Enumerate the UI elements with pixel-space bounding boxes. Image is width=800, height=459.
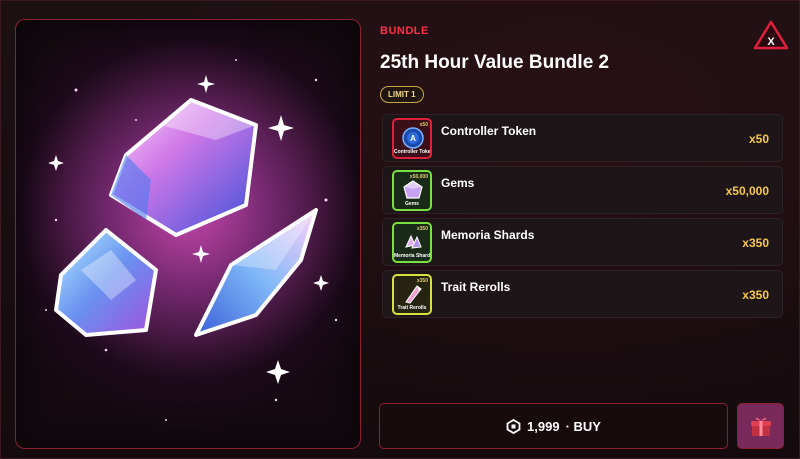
item-thumbnail: x50 A Controller Token bbox=[392, 118, 432, 159]
item-thumbnail: x350 Trait Rerolls bbox=[392, 274, 432, 315]
item-amount: x350 bbox=[742, 288, 769, 302]
close-x-icon: X bbox=[753, 20, 789, 50]
thumb-caption: Controller Token bbox=[394, 149, 432, 155]
svg-text:X: X bbox=[767, 36, 775, 48]
item-name: Gems bbox=[441, 176, 475, 190]
bundle-title: 25th Hour Value Bundle 2 bbox=[380, 52, 610, 73]
bundle-dialog: BUNDLE 25th Hour Value Bundle 2 LIMIT 1 … bbox=[0, 0, 800, 459]
list-item-gems[interactable]: x50,000 Gems Gems x50,000 bbox=[382, 166, 783, 214]
thumb-caption: Gems bbox=[405, 201, 419, 207]
item-amount: x50 bbox=[748, 132, 769, 146]
close-button[interactable]: X bbox=[753, 20, 789, 50]
trait-reroll-icon bbox=[405, 285, 422, 304]
limit-badge: LIMIT 1 bbox=[380, 86, 424, 103]
item-amount: x350 bbox=[742, 236, 769, 250]
gift-icon bbox=[750, 417, 771, 436]
thumb-caption: Trait Rerolls bbox=[397, 305, 427, 311]
item-name: Controller Token bbox=[441, 124, 537, 138]
item-name: Memoria Shards bbox=[441, 228, 535, 242]
item-amount: x50,000 bbox=[725, 184, 769, 198]
gem-icon bbox=[403, 180, 423, 199]
gems-illustration bbox=[21, 40, 360, 421]
buy-label: · BUY bbox=[565, 418, 601, 434]
list-item-controller-token[interactable]: x50 A Controller Token Controller Token … bbox=[382, 114, 783, 162]
svg-text:A: A bbox=[410, 134, 416, 143]
item-thumbnail: x350 Memoria Shards bbox=[392, 222, 432, 263]
controller-token-icon: A bbox=[402, 127, 424, 149]
robux-icon bbox=[506, 418, 521, 434]
bundle-tag: BUNDLE bbox=[380, 25, 429, 37]
list-item-trait-rerolls[interactable]: x350 Trait Rerolls Trait Rerolls x350 bbox=[382, 270, 783, 318]
buy-button[interactable]: 1,999 · BUY bbox=[379, 403, 728, 449]
bundle-artwork bbox=[15, 19, 361, 449]
memoria-shard-icon bbox=[405, 234, 422, 249]
buy-price: 1,999 bbox=[527, 418, 560, 434]
gift-button[interactable] bbox=[737, 403, 784, 449]
thumb-caption: Memoria Shards bbox=[394, 253, 432, 259]
bundle-items-list: x50 A Controller Token Controller Token … bbox=[382, 114, 783, 322]
item-name: Trait Rerolls bbox=[441, 280, 511, 294]
list-item-memoria-shards[interactable]: x350 Memoria Shards Memoria Shards x350 bbox=[382, 218, 783, 266]
item-thumbnail: x50,000 Gems bbox=[392, 170, 432, 211]
